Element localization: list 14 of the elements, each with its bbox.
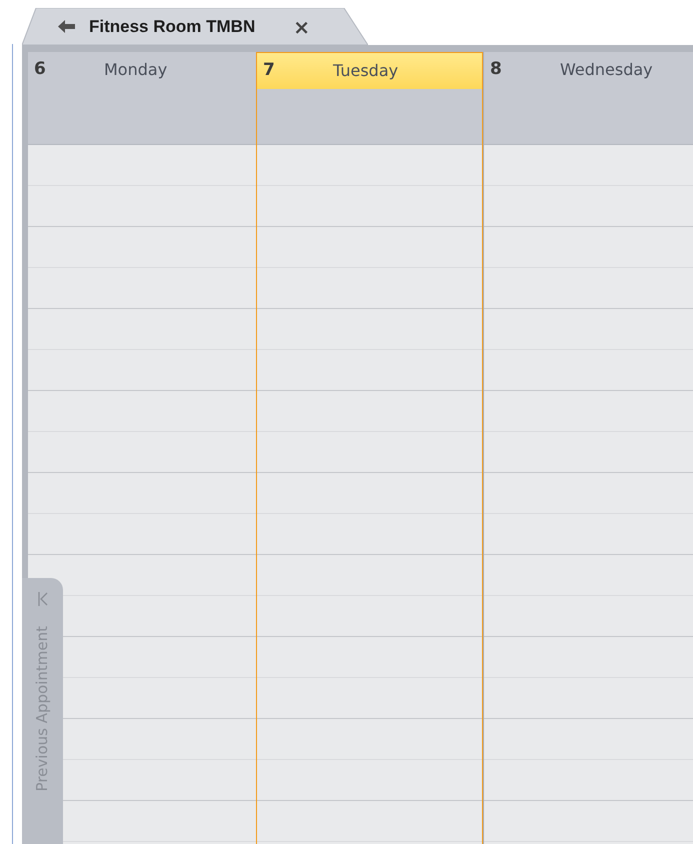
day-number: 7 — [263, 59, 276, 82]
arrow-left-icon — [58, 20, 75, 33]
day-name: Monday — [104, 59, 168, 81]
day-header[interactable]: 6 Monday — [28, 52, 256, 144]
calendar-tab[interactable]: Fitness Room TMBN × — [22, 8, 368, 45]
day-header[interactable]: 7 Tuesday — [257, 52, 482, 144]
first-page-icon — [38, 592, 48, 606]
day-header[interactable]: 8 Wednesday — [484, 52, 693, 144]
day-number: 6 — [34, 58, 47, 82]
tab-title: Fitness Room TMBN — [89, 16, 256, 38]
day-number: 8 — [490, 58, 503, 82]
day-name: Wednesday — [560, 59, 653, 81]
day-name: Tuesday — [333, 60, 398, 82]
close-button[interactable]: × — [293, 12, 310, 42]
